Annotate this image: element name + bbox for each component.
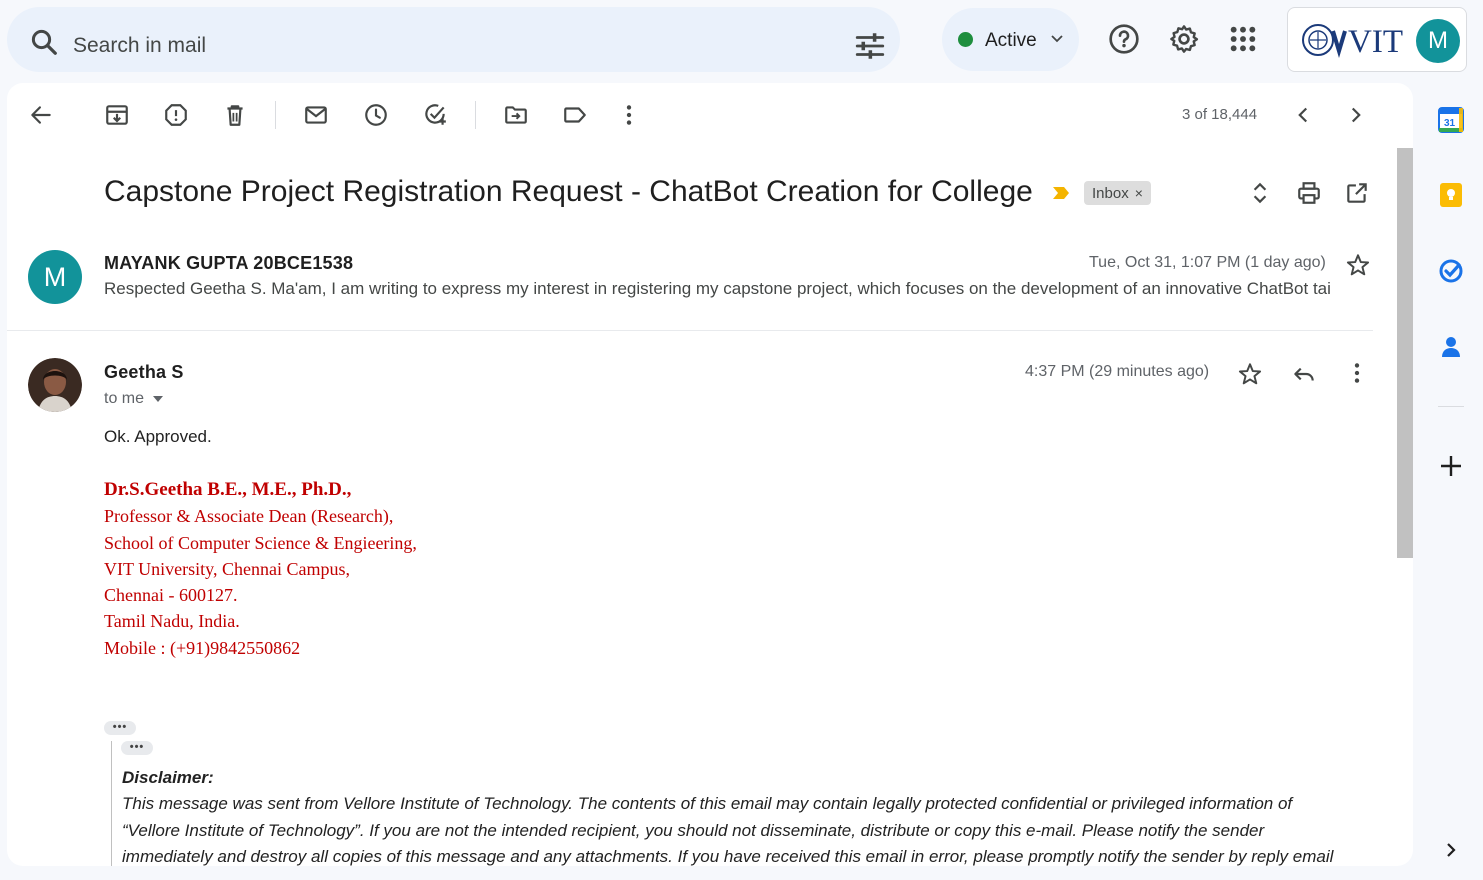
older-chevron-right-icon[interactable] — [1343, 102, 1369, 128]
account-brand-box[interactable]: VIT M — [1287, 7, 1467, 72]
toolbar-divider — [275, 101, 276, 129]
signature-phone: Mobile : (+91)9842550862 — [104, 637, 301, 658]
expand-panel-chevron-icon[interactable] — [1437, 836, 1465, 864]
open-in-new-window-icon[interactable] — [1344, 180, 1370, 206]
sender-name[interactable]: MAYANK GUPTA 20BCE1538 — [104, 253, 353, 274]
svg-text:31: 31 — [1444, 118, 1456, 129]
signature-line: Professor & Associate Dean (Research), — [104, 506, 394, 527]
email-subject: Capstone Project Registration Request - … — [104, 175, 1033, 208]
back-arrow-icon[interactable] — [28, 102, 54, 128]
contacts-icon[interactable] — [1437, 333, 1465, 361]
inbox-label-chip[interactable]: Inbox × — [1084, 181, 1151, 205]
status-label: Active — [985, 30, 1037, 51]
calendar-app-icon[interactable]: 31 — [1437, 106, 1465, 134]
pagination-count: 3 of 18,444 — [1182, 106, 1258, 123]
report-spam-icon[interactable] — [163, 102, 189, 128]
search-icon[interactable] — [29, 27, 59, 57]
disclaimer-heading: Disclaimer: — [122, 768, 214, 787]
scrollbar-thumb[interactable] — [1397, 148, 1413, 558]
disclaimer-block: Disclaimer: This message was sent from V… — [122, 765, 1382, 866]
search-bar[interactable]: Search in mail — [7, 7, 900, 72]
sender-avatar[interactable]: M — [28, 250, 82, 304]
newer-chevron-left-icon[interactable] — [1290, 102, 1316, 128]
disclaimer-line: “Vellore Institute of Technology”. If yo… — [122, 820, 1265, 840]
expand-collapse-icon[interactable] — [1247, 180, 1273, 206]
signature-line: Chennai - 600127. — [104, 585, 238, 606]
print-icon[interactable] — [1296, 180, 1322, 206]
sender-avatar-photo[interactable] — [28, 358, 82, 412]
add-to-tasks-icon[interactable] — [422, 102, 448, 128]
star-icon[interactable] — [1345, 252, 1371, 278]
status-selector[interactable]: Active — [942, 8, 1079, 71]
important-marker-icon[interactable] — [1052, 186, 1070, 200]
remove-label-icon[interactable]: × — [1135, 185, 1143, 201]
email-view: 3 of 18,444 Capstone Project Registratio… — [7, 83, 1413, 866]
search-input[interactable]: Search in mail — [73, 34, 206, 58]
label-tag-icon[interactable] — [562, 102, 588, 128]
show-trimmed-content-button[interactable]: ••• — [104, 721, 136, 735]
reply-arrow-icon[interactable] — [1291, 361, 1317, 387]
add-plus-icon[interactable] — [1437, 452, 1465, 480]
message-date: 4:37 PM (29 minutes ago) — [1025, 363, 1210, 380]
message-snippet[interactable]: Respected Geetha S. Ma'am, I am writing … — [104, 279, 1372, 299]
help-icon[interactable] — [1108, 23, 1140, 55]
keep-notes-icon[interactable] — [1437, 181, 1465, 209]
snooze-clock-icon[interactable] — [363, 102, 389, 128]
recipient-text: to me — [104, 390, 145, 407]
toolbar-divider — [475, 101, 476, 129]
signature-line: Tamil Nadu, India. — [104, 611, 240, 632]
settings-gear-icon[interactable] — [1168, 23, 1200, 55]
sender-name[interactable]: Geetha S — [104, 362, 184, 383]
more-options-icon[interactable] — [616, 102, 642, 128]
message-body: Ok. Approved. — [104, 427, 212, 446]
message-date: Tue, Oct 31, 1:07 PM (1 day ago) — [1089, 254, 1326, 271]
star-icon[interactable] — [1237, 361, 1263, 387]
chevron-down-icon — [1051, 35, 1063, 43]
quoted-text-bar — [111, 741, 112, 866]
search-options-icon[interactable] — [853, 29, 887, 63]
signature-name: Dr.S.Geetha B.E., M.E., Ph.D., — [104, 479, 352, 500]
disclaimer-line: immediately and destroy all copies of th… — [122, 846, 1334, 866]
svg-text:VIT: VIT — [1348, 24, 1403, 60]
account-avatar[interactable]: M — [1416, 19, 1460, 63]
caret-down-icon — [153, 395, 164, 402]
move-to-folder-icon[interactable] — [503, 102, 529, 128]
apps-grid-icon[interactable] — [1227, 23, 1259, 55]
show-trimmed-content-button[interactable]: ••• — [121, 741, 153, 755]
message-divider — [7, 330, 1373, 331]
signature-line: School of Computer Science & Engieering, — [104, 532, 417, 553]
vit-logo: VIT — [1302, 24, 1403, 60]
inbox-label-text: Inbox — [1092, 185, 1129, 202]
status-dot — [958, 32, 973, 47]
disclaimer-line: This message was sent from Vellore Insti… — [122, 794, 1293, 814]
archive-icon[interactable] — [104, 102, 130, 128]
recipient-details[interactable]: to me — [104, 390, 164, 408]
tasks-icon[interactable] — [1437, 257, 1465, 285]
email-signature: Dr.S.Geetha B.E., M.E., Ph.D., Professor… — [104, 477, 417, 661]
mark-unread-mail-icon[interactable] — [303, 102, 329, 128]
signature-line: VIT University, Chennai Campus, — [104, 558, 350, 579]
delete-trash-icon[interactable] — [222, 102, 248, 128]
message-more-options-icon[interactable] — [1344, 360, 1370, 386]
side-panel-divider — [1438, 406, 1464, 407]
